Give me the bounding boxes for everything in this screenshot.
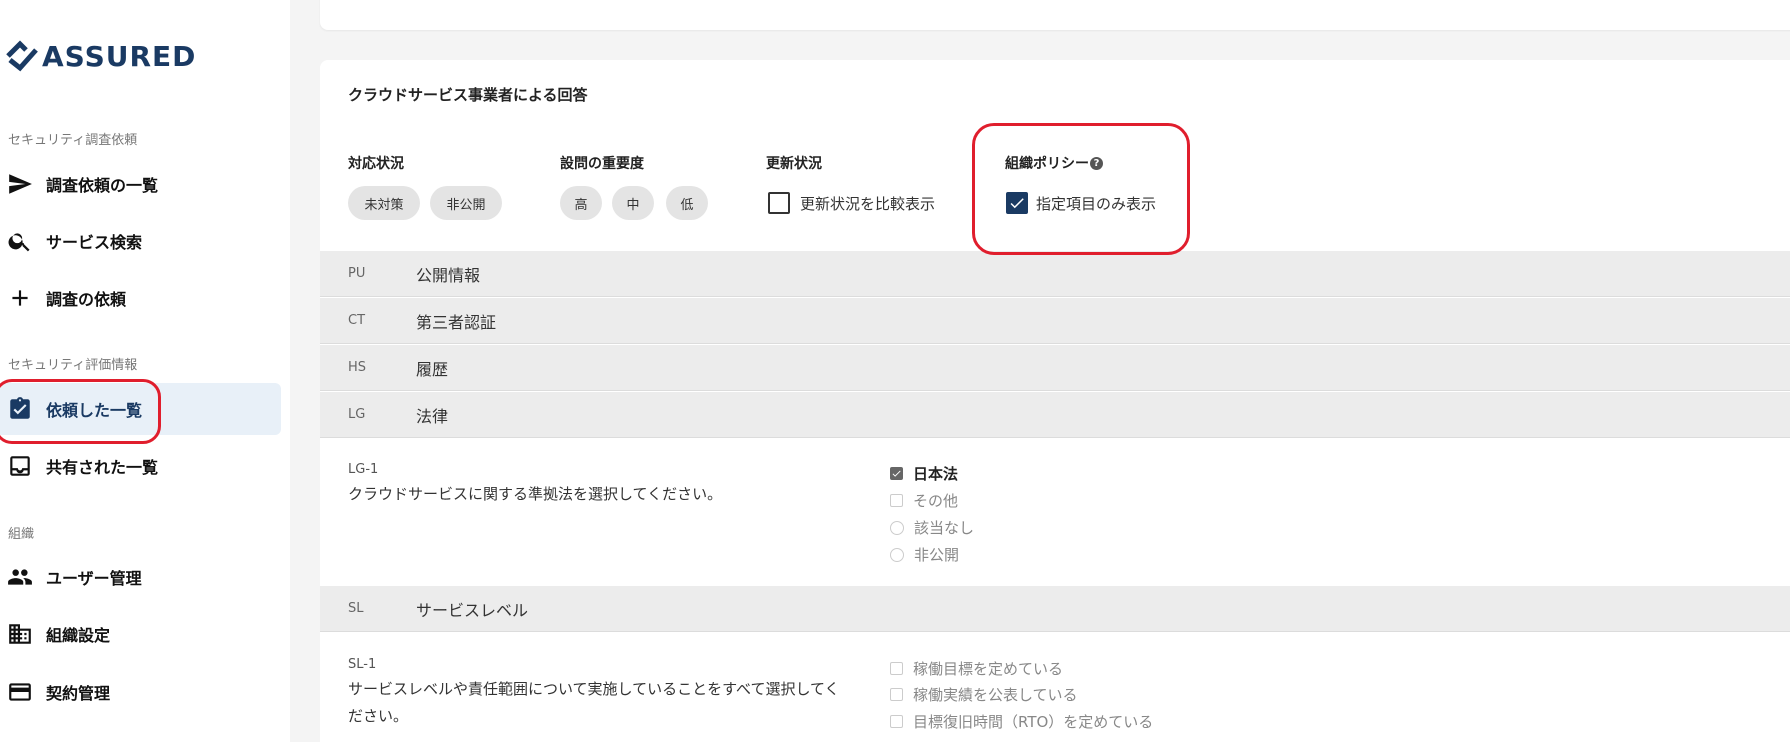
people-icon (6, 563, 34, 591)
building-icon (6, 620, 34, 648)
radio-icon (890, 520, 904, 535)
option-availability-target: 稼働目標を定めている (890, 658, 1063, 679)
nav-item-label: 依頼した一覧 (46, 401, 143, 420)
option-label: 非公開 (914, 546, 960, 564)
nav-item-label: サービス検索 (46, 233, 143, 252)
sidebar: ASSURED セキュリティ調査依頼 調査依頼の一覧 サービス検索 調査の依頼 … (0, 0, 290, 742)
panel-title: クラウドサービス事業者による回答 (348, 86, 588, 104)
answers-panel: クラウドサービス事業者による回答 対応状況 未対策 非公開 設問の重要度 高 中… (320, 60, 1790, 742)
category-name: 公開情報 (416, 265, 481, 285)
option-label: 日本法 (913, 465, 959, 483)
nav-item-contract-management[interactable]: 契約管理 (0, 666, 281, 718)
inbox-icon (6, 452, 34, 480)
chip-low[interactable]: 低 (666, 186, 708, 220)
section-label-survey: セキュリティ調査依頼 (8, 133, 138, 148)
category-name: 履歴 (416, 359, 449, 379)
option-label: 稼働目標を定めている (913, 660, 1064, 678)
nav-item-user-management[interactable]: ユーザー管理 (0, 551, 281, 603)
category-name: 第三者認証 (416, 312, 497, 332)
section-label-evaluation: セキュリティ評価情報 (8, 358, 138, 373)
clipboard-check-icon (6, 395, 34, 423)
chip-private[interactable]: 非公開 (430, 186, 502, 220)
option-not-applicable: 該当なし (890, 517, 974, 538)
chip-unaddressed[interactable]: 未対策 (348, 186, 420, 220)
top-card (320, 0, 1790, 30)
category-row-sl[interactable]: SL サービスレベル (320, 586, 1790, 632)
nav-item-label: 契約管理 (46, 684, 111, 703)
policy-only-checkbox[interactable]: 指定項目のみ表示 (1006, 192, 1156, 214)
compare-update-label: 更新状況を比較表示 (800, 194, 936, 213)
category-code: HS (348, 360, 367, 375)
filter-label-update: 更新状況 (766, 156, 822, 172)
filter-label-importance: 設問の重要度 (560, 156, 644, 172)
search-icon (6, 227, 34, 255)
option-label: 該当なし (914, 519, 975, 537)
option-other: その他 (890, 490, 958, 511)
category-code: CT (348, 313, 366, 328)
nav-item-request-survey[interactable]: 調査の依頼 (0, 272, 281, 324)
nav-item-label: 調査の依頼 (46, 290, 127, 309)
chip-high[interactable]: 高 (560, 186, 602, 220)
checkbox-checked-icon (890, 467, 903, 480)
radio-icon (890, 547, 904, 562)
nav-item-service-search[interactable]: サービス検索 (0, 215, 281, 267)
category-name: 法律 (416, 406, 449, 426)
question-code: SL-1 (348, 657, 377, 672)
checkbox-icon (890, 715, 903, 728)
nav-item-label: 組織設定 (46, 626, 111, 645)
help-icon[interactable]: ? (1090, 157, 1103, 170)
option-label: その他 (913, 492, 959, 510)
option-private: 非公開 (890, 544, 959, 565)
option-label: 目標復旧時間（RTO）を定めている (913, 713, 1154, 731)
category-code: LG (348, 407, 366, 422)
question-text: サービスレベルや責任範囲について実施していることをすべて選択してください。 (348, 680, 840, 725)
credit-card-icon (6, 678, 34, 706)
chip-medium[interactable]: 中 (612, 186, 654, 220)
question-text: クラウドサービスに関する準拠法を選択してください。 (348, 485, 723, 503)
filter-label-status: 対応状況 (348, 156, 404, 172)
nav-item-label: ユーザー管理 (46, 569, 142, 588)
checkbox-checked-icon[interactable] (1006, 192, 1028, 214)
policy-label-text: 組織ポリシー (1005, 156, 1089, 172)
logo-text: ASSURED (42, 39, 197, 73)
nav-item-shared-list[interactable]: 共有された一覧 (0, 440, 281, 492)
option-japanese-law: 日本法 (890, 463, 958, 484)
category-code: PU (348, 266, 366, 281)
policy-only-label: 指定項目のみ表示 (1036, 194, 1157, 213)
checkbox-icon (890, 662, 903, 675)
checkbox-icon (890, 494, 903, 507)
category-row-hs[interactable]: HS 履歴 (320, 345, 1790, 391)
category-row-ct[interactable]: CT 第三者認証 (320, 298, 1790, 344)
question-code: LG-1 (348, 462, 379, 477)
checkbox-icon (890, 688, 903, 701)
option-availability-record: 稼働実績を公表している (890, 684, 1078, 705)
section-label-organization: 組織 (8, 527, 35, 542)
checkbox-box[interactable] (768, 192, 790, 214)
nav-item-survey-list[interactable]: 調査依頼の一覧 (0, 158, 281, 210)
nav-item-label: 共有された一覧 (46, 458, 159, 477)
logo[interactable]: ASSURED (2, 38, 196, 74)
category-code: SL (348, 601, 364, 616)
filter-label-policy: 組織ポリシー? (1005, 153, 1103, 173)
category-row-pu[interactable]: PU 公開情報 (320, 251, 1790, 297)
category-name: サービスレベル (416, 600, 529, 620)
category-row-lg[interactable]: LG 法律 (320, 392, 1790, 438)
nav-item-label: 調査依頼の一覧 (46, 176, 159, 195)
nav-item-requested-list[interactable]: 依頼した一覧 (0, 383, 281, 435)
assured-logo-icon (6, 40, 38, 72)
option-rto: 目標復旧時間（RTO）を定めている (890, 711, 1153, 732)
send-icon (6, 170, 34, 198)
nav-item-organization-settings[interactable]: 組織設定 (0, 608, 281, 660)
compare-update-checkbox[interactable]: 更新状況を比較表示 (768, 192, 935, 214)
plus-icon (6, 284, 34, 312)
option-label: 稼働実績を公表している (913, 686, 1078, 704)
